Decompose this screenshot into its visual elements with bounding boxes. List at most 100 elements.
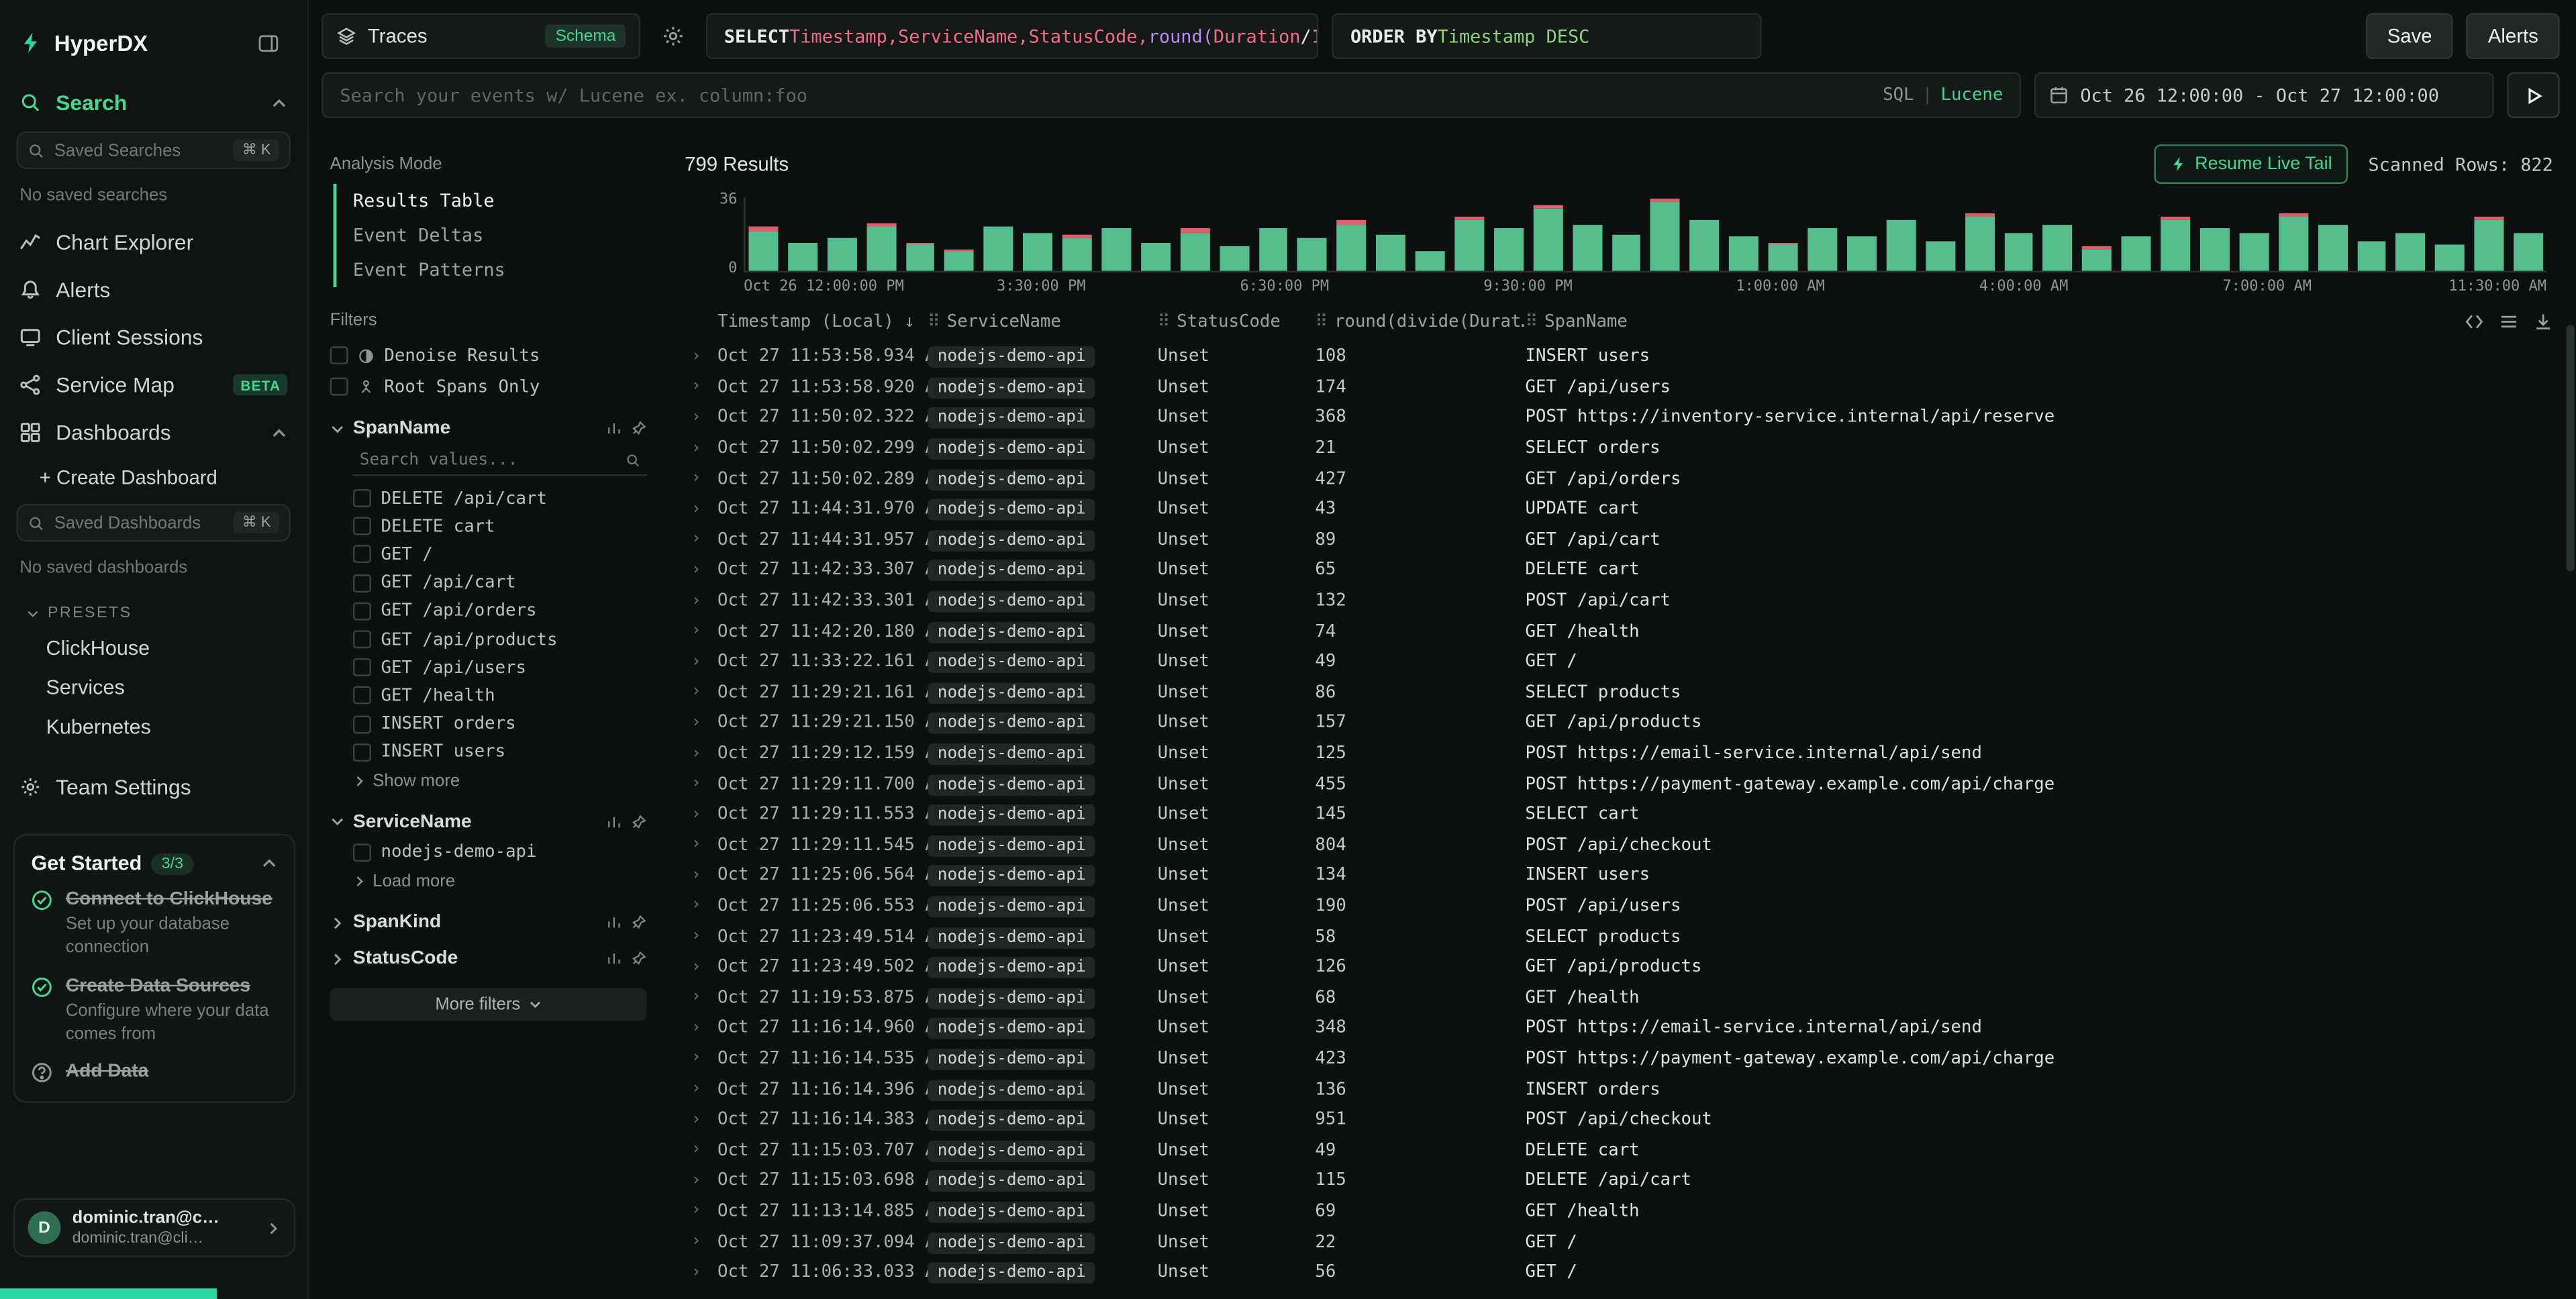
table-row[interactable]: ›Oct 27 11:16:14.535 AMnodejs-demo-apiUn… [685,1043,2553,1074]
table-row[interactable]: ›Oct 27 11:44:31.970 AMnodejs-demo-apiUn… [685,494,2553,524]
resume-live-tail-button[interactable]: Resume Live Tail [2154,144,2348,184]
save-button[interactable]: Save [2366,13,2454,59]
filter-option[interactable]: GET /api/users [330,654,647,682]
col-spanname[interactable]: ⠿SpanName [1526,312,2438,331]
table-row[interactable]: ›Oct 27 11:29:12.159 AMnodejs-demo-apiUn… [685,738,2553,768]
sidebar-item-client-sessions[interactable]: Client Sessions [0,313,307,361]
col-duration[interactable]: ⠿round(divide(Durat… [1315,312,1525,331]
table-row[interactable]: ›Oct 27 11:42:33.301 AMnodejs-demo-apiUn… [685,586,2553,616]
alerts-button[interactable]: Alerts [2467,13,2560,59]
bar-chart-icon[interactable] [606,951,622,967]
col-statuscode[interactable]: ⠿StatusCode [1158,312,1316,331]
table-row[interactable]: ›Oct 27 11:25:06.553 AMnodejs-demo-apiUn… [685,891,2553,921]
sidebar-item-dashboards[interactable]: Dashboards [0,409,307,456]
filter-option[interactable]: GET /api/cart [330,569,647,597]
run-query-button[interactable] [2507,72,2559,118]
search-input[interactable]: Search your events w/ Lucene ex. column:… [321,72,2021,118]
table-row[interactable]: ›Oct 27 11:25:06.564 AMnodejs-demo-apiUn… [685,860,2553,890]
histogram-plot[interactable] [744,197,2546,273]
table-row[interactable]: ›Oct 27 11:29:11.700 AMnodejs-demo-apiUn… [685,769,2553,799]
denoise-results-toggle[interactable]: Denoise Results [330,340,647,370]
saved-dashboards-input[interactable]: Saved Dashboards ⌘ K [16,504,291,541]
table-row[interactable]: ›Oct 27 11:29:21.161 AMnodejs-demo-apiUn… [685,677,2553,707]
bar-chart-icon[interactable] [606,814,622,830]
table-row[interactable]: ›Oct 27 11:19:53.875 AMnodejs-demo-apiUn… [685,982,2553,1012]
table-row[interactable]: ›Oct 27 11:23:49.502 AMnodejs-demo-apiUn… [685,951,2553,982]
table-row[interactable]: ›Oct 27 11:50:02.289 AMnodejs-demo-apiUn… [685,464,2553,494]
pin-icon[interactable] [630,420,646,436]
presets-header[interactable]: PRESETS [0,591,307,629]
preset-services[interactable]: Services [0,668,307,708]
checkbox[interactable] [353,715,371,733]
table-row[interactable]: ›Oct 27 11:06:33.033 AMnodejs-demo-apiUn… [685,1257,2553,1287]
checkbox[interactable] [353,843,371,862]
more-filters-button[interactable]: More filters [330,988,647,1021]
filter-option[interactable]: DELETE cart [330,513,647,541]
servicename-load-more[interactable]: Load more [330,867,647,896]
code-view-icon[interactable] [2465,312,2484,331]
filter-group-spankind[interactable]: SpanKind [330,913,647,932]
source-settings-gear-icon[interactable] [654,16,693,56]
pin-icon[interactable] [630,915,646,931]
get-started-step[interactable]: Add Data [31,1061,277,1084]
order-by-input[interactable]: ORDER BY Timestamp DESC [1332,13,1763,59]
get-started-step[interactable]: Connect to ClickHouse Set up your databa… [31,888,277,959]
spanname-value-search[interactable]: Search values... [353,445,647,476]
filter-option[interactable]: GET /health [330,682,647,710]
filter-option[interactable]: GET / [330,541,647,569]
filter-option[interactable]: INSERT orders [330,710,647,738]
filter-group-statuscode[interactable]: StatusCode [330,949,647,968]
filter-group-servicename[interactable]: ServiceName [330,813,647,832]
select-clause-input[interactable]: SELECT Timestamp,ServiceName,StatusCode,… [706,13,1320,59]
checkbox[interactable] [353,658,371,676]
mode-sql-toggle[interactable]: SQL [1883,85,1914,105]
row-density-icon[interactable] [2499,312,2518,331]
table-row[interactable]: ›Oct 27 11:42:20.180 AMnodejs-demo-apiUn… [685,616,2553,646]
checkbox[interactable] [353,630,371,648]
table-row[interactable]: ›Oct 27 11:16:14.383 AMnodejs-demo-apiUn… [685,1104,2553,1135]
schema-badge[interactable]: Schema [546,25,626,48]
table-row[interactable]: ›Oct 27 11:13:14.885 AMnodejs-demo-apiUn… [685,1196,2553,1226]
filter-option[interactable]: GET /api/orders [330,597,647,625]
analysis-mode-option[interactable]: Event Deltas [336,218,646,252]
col-timestamp[interactable]: Timestamp (Local) ↓ [717,312,928,331]
collapse-sidebar-icon[interactable] [248,23,287,62]
table-row[interactable]: ›Oct 27 11:16:14.396 AMnodejs-demo-apiUn… [685,1074,2553,1104]
filter-option[interactable]: nodejs-demo-api [330,839,647,867]
filter-option[interactable]: INSERT users [330,738,647,766]
table-row[interactable]: ›Oct 27 11:53:58.920 AMnodejs-demo-apiUn… [685,372,2553,402]
download-icon[interactable] [2533,312,2553,331]
sidebar-item-team-settings[interactable]: Team Settings [0,763,307,811]
col-servicename[interactable]: ⠿ServiceName [928,312,1157,331]
table-row[interactable]: ›Oct 27 11:15:03.707 AMnodejs-demo-apiUn… [685,1135,2553,1165]
table-row[interactable]: ›Oct 27 11:33:22.161 AMnodejs-demo-apiUn… [685,647,2553,677]
sidebar-item-service-map[interactable]: Service Map BETA [0,361,307,409]
mode-lucene-toggle[interactable]: Lucene [1941,85,2003,105]
table-row[interactable]: ›Oct 27 11:29:21.150 AMnodejs-demo-apiUn… [685,708,2553,738]
filter-option[interactable]: DELETE /api/cart [330,484,647,513]
analysis-mode-option[interactable]: Event Patterns [336,253,646,287]
filter-option[interactable]: GET /api/products [330,625,647,654]
user-menu[interactable]: D dominic.tran@c… dominic.tran@cli… [13,1198,296,1257]
analysis-mode-option[interactable]: Results Table [336,184,646,218]
checkbox[interactable] [353,743,371,762]
checkbox[interactable] [353,489,371,507]
checkbox[interactable] [330,346,348,364]
table-row[interactable]: ›Oct 27 11:29:11.553 AMnodejs-demo-apiUn… [685,799,2553,829]
sidebar-item-search[interactable]: Search [0,79,307,126]
table-row[interactable]: ›Oct 27 11:16:14.960 AMnodejs-demo-apiUn… [685,1012,2553,1043]
chevron-up-icon[interactable] [261,855,277,871]
table-row[interactable]: ›Oct 27 11:44:31.957 AMnodejs-demo-apiUn… [685,525,2553,555]
sidebar-item-alerts[interactable]: Alerts [0,266,307,313]
get-started-step[interactable]: Create Data Sources Configure where your… [31,974,277,1046]
events-histogram[interactable]: 36 0 Oct 26 12:00:00 PM3:30:00 PM6:30:00… [685,194,2553,296]
root-spans-only-toggle[interactable]: Root Spans Only [330,371,647,402]
table-row[interactable]: ›Oct 27 11:29:11.545 AMnodejs-demo-apiUn… [685,830,2553,860]
checkbox[interactable] [353,602,371,620]
table-row[interactable]: ›Oct 27 11:53:58.934 AMnodejs-demo-apiUn… [685,342,2553,372]
table-row[interactable]: ›Oct 27 11:42:33.307 AMnodejs-demo-apiUn… [685,555,2553,585]
checkbox[interactable] [353,545,371,564]
table-row[interactable]: ›Oct 27 11:23:49.514 AMnodejs-demo-apiUn… [685,921,2553,951]
create-dashboard-link[interactable]: + Create Dashboard [0,456,307,499]
checkbox[interactable] [353,517,371,535]
